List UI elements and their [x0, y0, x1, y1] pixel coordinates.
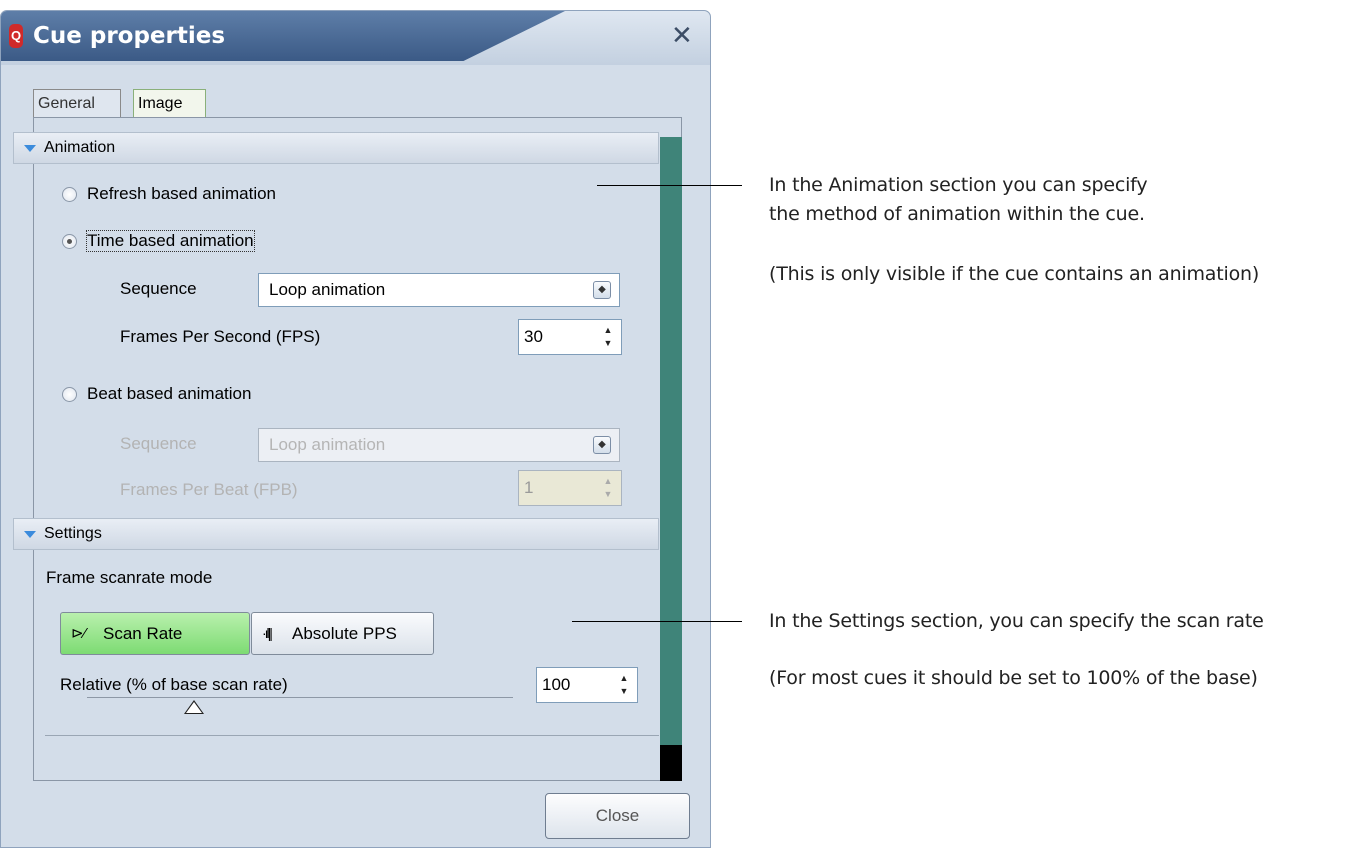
- spin-arrows-icon: ▲ ▼: [603, 476, 613, 499]
- scan-rate-label: Scan Rate: [103, 624, 183, 643]
- time-sequence-select[interactable]: Loop animation ◆: [258, 273, 620, 307]
- animation-header-label: Animation: [44, 139, 116, 156]
- settings-note-1: In the Settings section, you can specify…: [769, 610, 1264, 632]
- beat-sequence-label: Sequence: [120, 434, 197, 453]
- frame-scanrate-mode-label: Frame scanrate mode: [46, 568, 213, 587]
- relative-label: Relative (% of base scan rate): [60, 675, 288, 694]
- select-arrows-icon: ◆: [593, 281, 611, 299]
- app-icon: Q: [9, 24, 23, 48]
- close-icon[interactable]: ✕: [671, 21, 693, 51]
- animation-callout-line: [597, 185, 742, 186]
- settings-header-label: Settings: [44, 525, 102, 542]
- scan-rate-icon: ⊳⁄: [71, 625, 87, 642]
- time-sequence-label: Sequence: [120, 279, 197, 298]
- time-label: Time based animation: [86, 230, 255, 252]
- animation-note-2: the method of animation within the cue.: [769, 203, 1145, 225]
- slider-track: [87, 697, 513, 698]
- absolute-pps-label: Absolute PPS: [292, 624, 397, 643]
- slider-thumb[interactable]: [183, 700, 204, 714]
- fpb-stepper: 1 ▲ ▼: [518, 470, 622, 506]
- time-sequence-value: Loop animation: [269, 280, 386, 299]
- title-bar: Q Cue properties ✕: [1, 11, 710, 65]
- relative-slider[interactable]: [87, 697, 513, 717]
- fpb-label: Frames Per Beat (FPB): [120, 480, 298, 499]
- tab-general[interactable]: General: [33, 89, 121, 117]
- expand-triangle-icon: [24, 531, 36, 538]
- close-button[interactable]: Close: [545, 793, 690, 839]
- expand-triangle-icon: [24, 145, 36, 152]
- select-arrows-icon: ◆: [593, 436, 611, 454]
- beat-sequence-select: Loop animation ◆: [258, 428, 620, 462]
- vertical-scrollbar[interactable]: [660, 137, 682, 781]
- settings-callout-line: [572, 621, 742, 622]
- relative-value: 100: [542, 675, 571, 694]
- spin-arrows-icon[interactable]: ▲ ▼: [615, 672, 633, 698]
- animation-section-header[interactable]: Animation: [13, 132, 659, 164]
- settings-section-header[interactable]: Settings: [13, 518, 659, 550]
- section-divider: [45, 735, 659, 736]
- fps-stepper[interactable]: 30 ▲ ▼: [518, 319, 622, 355]
- time-radio[interactable]: [62, 234, 77, 249]
- beat-sequence-value: Loop animation: [269, 435, 386, 454]
- scrollbar-thumb[interactable]: [660, 745, 682, 781]
- beat-radio[interactable]: [62, 387, 77, 402]
- absolute-pps-button[interactable]: ·ıl|| Absolute PPS: [251, 612, 434, 655]
- cue-properties-dialog: Q Cue properties ✕ General Image Animati…: [0, 10, 711, 848]
- animation-note-1: In the Animation section you can specify: [769, 174, 1148, 196]
- refresh-label: Refresh based animation: [87, 184, 277, 203]
- settings-note-2: (For most cues it should be set to 100% …: [769, 667, 1258, 689]
- scan-rate-button[interactable]: ⊳⁄ Scan Rate: [60, 612, 250, 655]
- dialog-title: Cue properties: [33, 23, 226, 49]
- fps-value: 30: [524, 327, 543, 346]
- relative-stepper[interactable]: 100 ▲ ▼: [536, 667, 638, 703]
- beat-label: Beat based animation: [87, 384, 252, 403]
- spin-arrows-icon[interactable]: ▲ ▼: [599, 324, 617, 350]
- fps-label: Frames Per Second (FPS): [120, 327, 321, 346]
- absolute-pps-icon: ·ıl||: [262, 625, 273, 641]
- refresh-radio[interactable]: [62, 187, 77, 202]
- fpb-value: 1: [524, 478, 534, 497]
- animation-note-3: (This is only visible if the cue contain…: [769, 263, 1260, 285]
- tab-image[interactable]: Image: [133, 89, 206, 119]
